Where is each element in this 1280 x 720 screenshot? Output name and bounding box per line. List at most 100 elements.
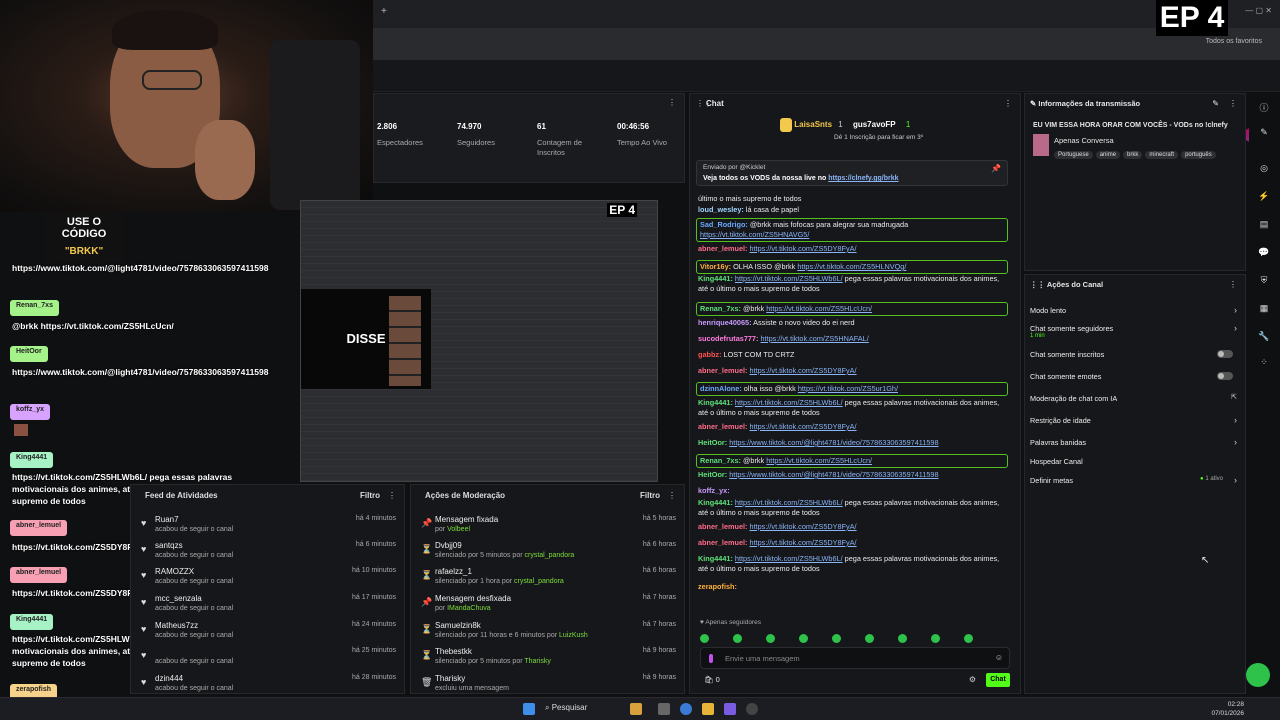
chat-bubble-icon[interactable]: 💬 (1257, 247, 1271, 261)
chat-input[interactable]: Envie uma mensagem ☺ (700, 647, 1010, 669)
action-slow-mode[interactable]: Modo lento › (1030, 305, 1237, 320)
window-controls[interactable]: — ▢ ✕ (1245, 6, 1272, 15)
moderator-name[interactable]: Volbeel (447, 526, 470, 533)
emote-icon[interactable] (865, 634, 874, 643)
stream-category[interactable]: Apenas Conversa (1054, 136, 1114, 145)
taskbar-clock[interactable]: 02:28 07/01/2026 (1211, 700, 1244, 718)
more-options-icon[interactable]: ⋮ (1229, 99, 1237, 108)
task-view-icon[interactable] (658, 703, 670, 715)
chat-username[interactable]: abner_lemuel: (698, 244, 747, 253)
action-banned-words[interactable]: Palavras banidas › (1030, 437, 1237, 452)
chat-link[interactable]: https://vt.tiktok.com/ZS5HNAVG5/ (700, 230, 809, 239)
action-followers-only[interactable]: Chat somente seguidores 1 min › (1030, 323, 1237, 339)
moderator-name[interactable]: crystal_pandora (525, 552, 575, 559)
new-tab-icon[interactable]: + (381, 6, 387, 17)
tag[interactable]: Portuguese (1054, 151, 1093, 159)
feed-username[interactable]: santqzs (155, 541, 183, 550)
pinned-link[interactable]: https://clnefy.gg/brkk (828, 175, 898, 182)
emote-icon[interactable] (832, 634, 841, 643)
gifter-name[interactable]: gus7avoFP (853, 120, 896, 129)
feed-username[interactable]: RAMOZZX (155, 567, 194, 576)
shield-icon[interactable]: ⛨ (1257, 275, 1271, 289)
chat-username[interactable]: Renan_7xs: (700, 456, 741, 465)
moderation-target[interactable]: Mensagem fixada (435, 515, 498, 524)
grid-icon[interactable]: ▦ (1257, 303, 1271, 317)
toggle-switch[interactable] (1217, 350, 1233, 358)
filter-button[interactable]: Filtro (360, 491, 380, 500)
gifter-name[interactable]: LaisaSnts (794, 120, 832, 129)
feed-username[interactable]: mcc_senzala (155, 594, 202, 603)
toggle-switch[interactable] (1217, 372, 1233, 380)
chat-username[interactable]: abner_lemuel: (698, 366, 747, 375)
moderation-target[interactable]: Samuelzin8k (435, 621, 481, 630)
chat-link[interactable]: https://vt.tiktok.com/ZS5HLWb6L/ (735, 398, 843, 407)
chat-link[interactable]: https://vt.tiktok.com/ZS5HNAFAL/ (760, 334, 868, 343)
chat-username[interactable]: HeitOor: (698, 470, 727, 479)
chat-link[interactable]: https://vt.tiktok.com/ZS5ur1Gh/ (798, 384, 898, 393)
chat-link[interactable]: https://vt.tiktok.com/ZS5HLcUcn/ (766, 304, 872, 313)
action-set-goals[interactable]: Definir metas ● 1 ativo › (1030, 475, 1237, 490)
emote-icon[interactable] (898, 634, 907, 643)
emoji-icon[interactable]: ☺ (995, 653, 1003, 662)
feed-username[interactable]: dzin444 (155, 674, 183, 683)
chat-username[interactable]: sucodefrutas777: (698, 334, 758, 343)
more-options-icon[interactable]: ⋮ (1229, 280, 1237, 289)
chat-link[interactable]: https://vt.tiktok.com/ZS5DY8FyA/ (750, 422, 857, 431)
chat-link[interactable]: https://vt.tiktok.com/ZS5HLWb6L/ (735, 498, 843, 507)
action-subscribers-only[interactable]: Chat somente inscritos (1030, 350, 1237, 364)
chat-username[interactable]: gabbz: (698, 350, 722, 359)
filter-button[interactable]: Filtro (640, 491, 660, 500)
moderation-target[interactable]: rafaelzz_1 (435, 567, 472, 576)
taskbar-search[interactable]: ⌕ Pesquisar (545, 703, 587, 713)
chat-link[interactable]: https://vt.tiktok.com/ZS5HLWb6L/ (735, 554, 843, 563)
moderator-name[interactable]: IMandaChuva (447, 605, 491, 612)
chat-username[interactable]: King4441: (698, 554, 733, 563)
settings-icon[interactable]: ⚙ (969, 675, 976, 684)
camera-icon[interactable]: ◎ (1257, 163, 1271, 177)
moderation-target[interactable]: Tharisky (435, 674, 465, 683)
chat-link[interactable]: https://vt.tiktok.com/ZS5HLcUcn/ (766, 456, 872, 465)
chat-link[interactable]: https://vt.tiktok.com/ZS5HLWb6L/ (735, 274, 843, 283)
chat-link[interactable]: https://vt.tiktok.com/ZS5DY8FyA/ (750, 522, 857, 531)
chat-username[interactable]: henrique40065: (698, 318, 752, 327)
chat-link[interactable]: https://vt.tiktok.com/ZS5DY8FyA/ (750, 366, 857, 375)
emote-icon[interactable] (733, 634, 742, 643)
chat-link[interactable]: https://www.tiktok.com/@light4781/video/… (729, 438, 938, 447)
emote-icon[interactable] (964, 634, 973, 643)
feed-username[interactable]: Ruan7 (155, 515, 179, 524)
emote-icon[interactable] (700, 634, 709, 643)
lightning-icon[interactable]: ⚡ (1257, 191, 1271, 205)
moderator-name[interactable]: crystal_pandora (514, 578, 564, 585)
chat-username[interactable]: King4441: (698, 398, 733, 407)
moderation-target[interactable]: Thebestkk (435, 647, 472, 656)
edit-icon[interactable]: ✎ (1212, 99, 1219, 108)
apps-icon[interactable]: ⁘ (1257, 357, 1271, 371)
feed-username[interactable]: Matheus7zz (155, 621, 198, 630)
tag[interactable]: brkk (1123, 151, 1143, 159)
wrench-icon[interactable]: 🔧 (1257, 331, 1271, 345)
chat-username[interactable]: abner_lemuel: (698, 538, 747, 547)
action-host-channel[interactable]: Hospedar Canal (1030, 457, 1237, 471)
more-options-icon[interactable]: ⋮ (388, 491, 396, 500)
chat-username[interactable]: abner_lemuel: (698, 522, 747, 531)
more-options-icon[interactable]: ⋮ (668, 98, 676, 107)
chat-username[interactable]: Vitor16y: (700, 262, 731, 271)
chat-link[interactable]: https://vt.tiktok.com/ZS5DY8FyA/ (750, 244, 857, 253)
chat-username[interactable]: dzinnAlone: (700, 384, 742, 393)
info-icon[interactable]: ⓘ (1257, 101, 1271, 115)
emote-icon[interactable] (766, 634, 775, 643)
chat-username[interactable]: Sad_Rodrigo: (700, 220, 748, 229)
tag[interactable]: minecraft (1145, 151, 1179, 159)
chat-username[interactable]: loud_wesley: (698, 205, 744, 214)
windows-start-icon[interactable] (523, 703, 535, 715)
pinned-sender[interactable]: @Kicklet (740, 164, 766, 171)
chat-username[interactable]: King4441: (698, 274, 733, 283)
all-favorites-link[interactable]: Todos os favoritos (1206, 38, 1262, 45)
chat-username[interactable]: abner_lemuel: (698, 422, 747, 431)
kick-fab-button[interactable] (1246, 663, 1270, 687)
chat-username[interactable]: King4441: (698, 498, 733, 507)
pin-icon[interactable]: 📌 (991, 164, 1001, 173)
chat-link[interactable]: https://vt.tiktok.com/ZS5DY8FyA/ (750, 538, 857, 547)
moderator-name[interactable]: LuizKush (559, 632, 588, 639)
emote-icon[interactable] (799, 634, 808, 643)
